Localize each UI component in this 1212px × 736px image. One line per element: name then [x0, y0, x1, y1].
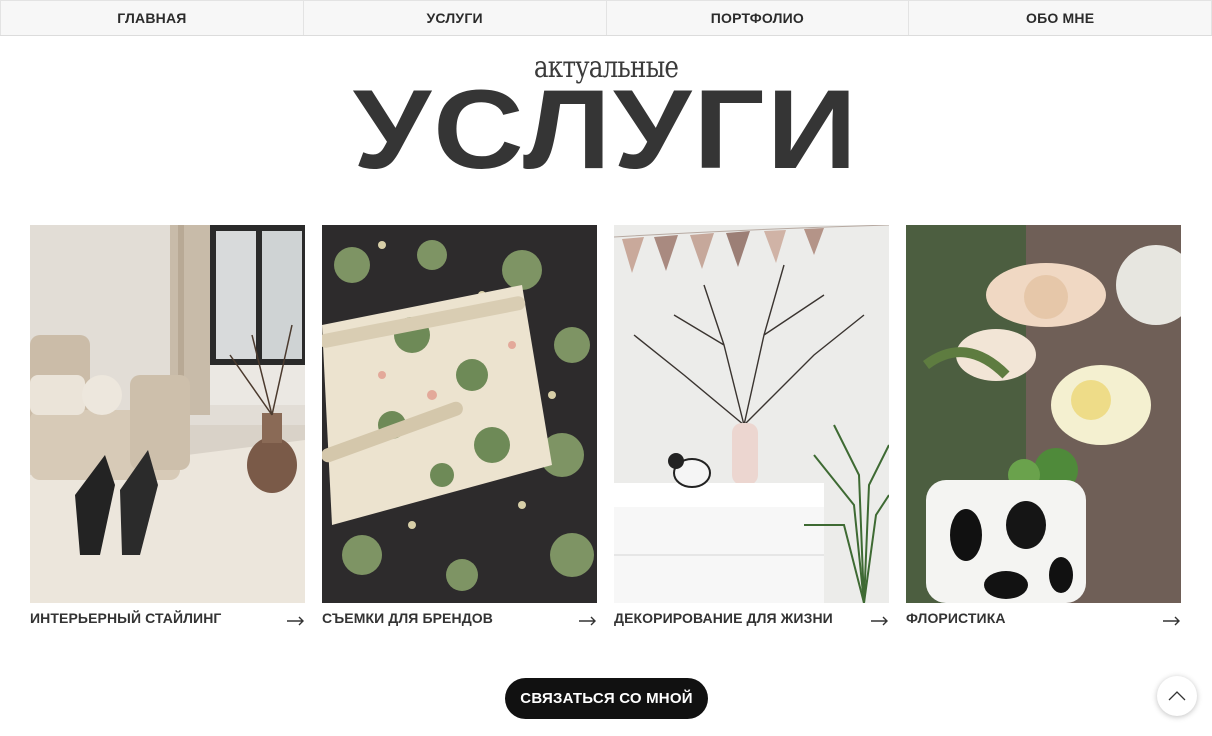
arrow-right-icon[interactable]: [871, 613, 889, 626]
nav-item-about[interactable]: ОБО МНЕ: [909, 0, 1212, 35]
room-decor-photo[interactable]: [614, 225, 889, 603]
arrow-right-icon[interactable]: [579, 613, 597, 626]
service-title[interactable]: ДЕКОРИРОВАНИЕ ДЛЯ ЖИЗНИ: [614, 610, 833, 626]
nav-item-home[interactable]: ГЛАВНАЯ: [0, 0, 304, 35]
arrow-right-icon[interactable]: [287, 613, 305, 626]
arrow-right-icon[interactable]: [1163, 613, 1181, 626]
section-title: УСЛУГИ: [352, 67, 860, 192]
floral-wallpaper-photo[interactable]: [322, 225, 597, 603]
service-card-interior[interactable]: ИНТЕРЬЕРНЫЙ СТАЙЛИНГ: [30, 225, 305, 626]
service-caption: ИНТЕРЬЕРНЫЙ СТАЙЛИНГ: [30, 608, 305, 628]
service-caption: ДЕКОРИРОВАНИЕ ДЛЯ ЖИЗНИ: [614, 608, 889, 628]
flower-vase-photo[interactable]: [906, 225, 1181, 603]
chevron-up-icon: [1168, 691, 1186, 701]
service-title[interactable]: СЪЕМКИ ДЛЯ БРЕНДОВ: [322, 610, 493, 626]
service-caption: СЪЕМКИ ДЛЯ БРЕНДОВ: [322, 608, 597, 628]
service-card-brands[interactable]: СЪЕМКИ ДЛЯ БРЕНДОВ: [322, 225, 597, 626]
service-card-floristry[interactable]: ФЛОРИСТИКА: [906, 225, 1181, 626]
service-card-decor[interactable]: ДЕКОРИРОВАНИЕ ДЛЯ ЖИЗНИ: [614, 225, 889, 626]
nav-item-portfolio[interactable]: ПОРТФОЛИО: [606, 0, 910, 35]
nav-item-services[interactable]: УСЛУГИ: [303, 0, 607, 35]
service-title[interactable]: ИНТЕРЬЕРНЫЙ СТАЙЛИНГ: [30, 610, 221, 626]
scroll-to-top-button[interactable]: [1157, 676, 1197, 716]
service-caption: ФЛОРИСТИКА: [906, 608, 1181, 628]
service-title[interactable]: ФЛОРИСТИКА: [906, 610, 1006, 626]
sofa-interior-photo[interactable]: [30, 225, 305, 603]
top-nav: ГЛАВНАЯ УСЛУГИ ПОРТФОЛИО ОБО МНЕ: [0, 0, 1212, 36]
contact-me-button[interactable]: СВЯЗАТЬСЯ СО МНОЙ: [505, 678, 708, 719]
